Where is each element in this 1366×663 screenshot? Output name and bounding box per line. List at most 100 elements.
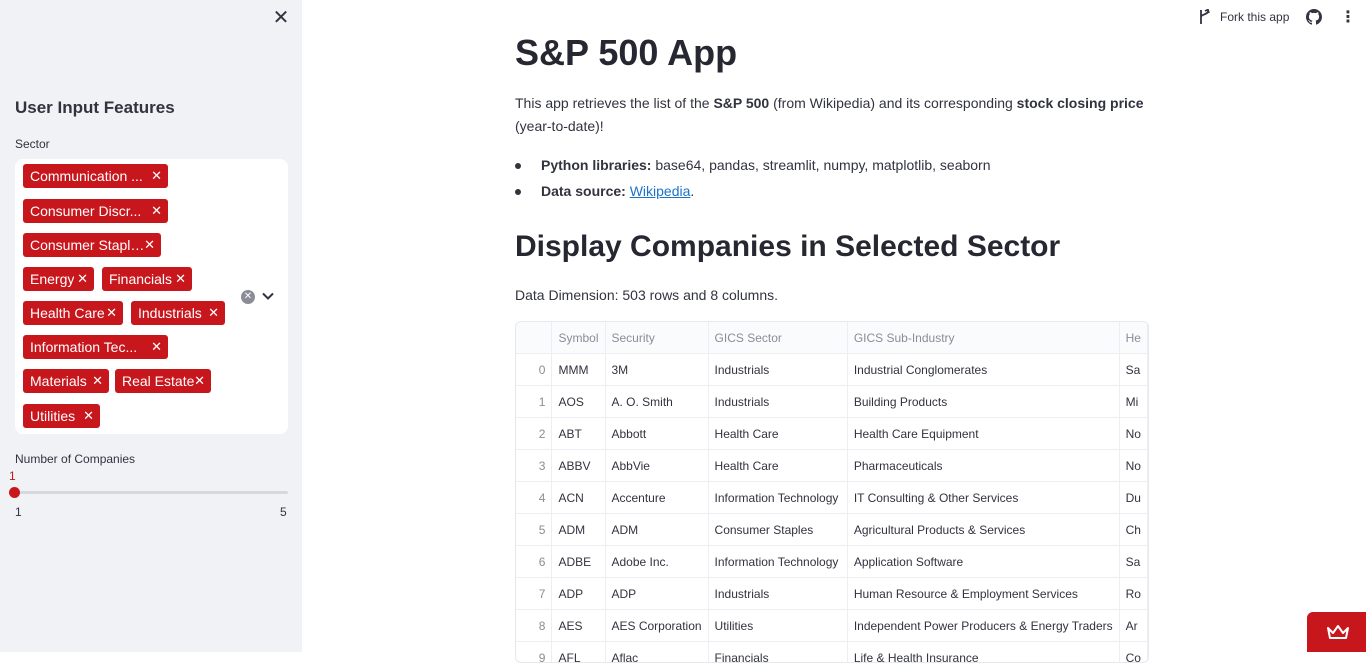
- remove-tag-icon[interactable]: ✕: [208, 301, 219, 325]
- table-cell: Information Technology: [708, 482, 847, 514]
- companies-table[interactable]: SymbolSecurityGICS SectorGICS Sub-Indust…: [515, 321, 1149, 663]
- table-cell: ADM: [605, 514, 708, 546]
- table-row[interactable]: 7ADPADPIndustrialsHuman Resource & Emplo…: [516, 578, 1148, 610]
- sector-tag: Consumer Staples✕: [23, 233, 161, 257]
- sidebar-title: User Input Features: [15, 98, 175, 118]
- slider-value: 1: [9, 469, 16, 483]
- remove-tag-icon[interactable]: ✕: [194, 369, 205, 393]
- slider-thumb[interactable]: [9, 487, 20, 498]
- remove-tag-icon[interactable]: ✕: [151, 335, 162, 359]
- remove-tag-icon[interactable]: ✕: [151, 199, 162, 223]
- table-cell: Industrials: [708, 354, 847, 386]
- section-title: Display Companies in Selected Sector: [515, 230, 1060, 264]
- table-cell: AbbVie: [605, 450, 708, 482]
- table-cell: Financials: [708, 642, 847, 663]
- streamlit-badge[interactable]: [1307, 612, 1366, 652]
- table-cell: AES Corporation: [605, 610, 708, 642]
- remove-tag-icon[interactable]: ✕: [175, 267, 186, 291]
- crown-icon: [1326, 624, 1350, 640]
- table-row[interactable]: 9AFLAflacFinancialsLife & Health Insuran…: [516, 642, 1148, 663]
- table-cell: ADP: [552, 578, 605, 610]
- table-cell: ABT: [552, 418, 605, 450]
- table-cell: Ro: [1119, 578, 1147, 610]
- table-cell: Ch: [1119, 514, 1147, 546]
- table-cell: Health Care Equipment: [847, 418, 1119, 450]
- table-row[interactable]: 4ACNAccentureInformation TechnologyIT Co…: [516, 482, 1148, 514]
- table-cell: Building Products: [847, 386, 1119, 418]
- table-row[interactable]: 3ABBVAbbVieHealth CarePharmaceuticalsNo: [516, 450, 1148, 482]
- table-cell: Pharmaceuticals: [847, 450, 1119, 482]
- table-cell: Agricultural Products & Services: [847, 514, 1119, 546]
- table-cell: 3M: [605, 354, 708, 386]
- table-cell: No: [1119, 418, 1147, 450]
- row-index: 2: [516, 418, 552, 450]
- table-row[interactable]: 2ABTAbbottHealth CareHealth Care Equipme…: [516, 418, 1148, 450]
- column-header[interactable]: GICS Sector: [708, 322, 847, 354]
- row-index: 5: [516, 514, 552, 546]
- table-cell: ABBV: [552, 450, 605, 482]
- clear-all-icon[interactable]: ✕: [241, 290, 255, 304]
- column-header[interactable]: Security: [605, 322, 708, 354]
- table-cell: AES: [552, 610, 605, 642]
- sector-label: Sector: [15, 137, 50, 151]
- table-cell: Health Care: [708, 450, 847, 482]
- table-cell: Sa: [1119, 354, 1147, 386]
- table-cell: Independent Power Producers & Energy Tra…: [847, 610, 1119, 642]
- page-title: S&P 500 App: [515, 32, 737, 74]
- bullet-dot: [515, 163, 521, 169]
- table-cell: Mi: [1119, 386, 1147, 418]
- sidebar: ✕ User Input Features Sector Communicati…: [0, 0, 302, 652]
- intro-text: This app retrieves the list of the S&P 5…: [515, 92, 1147, 138]
- sector-tag: Consumer Discr...✕: [23, 199, 168, 223]
- more-vertical-icon[interactable]: ⋮: [1340, 7, 1356, 27]
- sector-multiselect[interactable]: Communication ...✕ Consumer Discr...✕ Co…: [15, 159, 288, 434]
- row-index: 1: [516, 386, 552, 418]
- table-cell: Sa: [1119, 546, 1147, 578]
- slider-max: 5: [280, 505, 287, 519]
- data-dimension-text: Data Dimension: 503 rows and 8 columns.: [515, 287, 778, 303]
- table-row[interactable]: 0MMM3MIndustrialsIndustrial Conglomerate…: [516, 354, 1148, 386]
- column-header[interactable]: GICS Sub-Industry: [847, 322, 1119, 354]
- remove-tag-icon[interactable]: ✕: [144, 233, 155, 257]
- column-header[interactable]: He: [1119, 322, 1147, 354]
- chevron-down-icon[interactable]: [260, 288, 276, 304]
- table-row[interactable]: 1AOSA. O. SmithIndustrialsBuilding Produ…: [516, 386, 1148, 418]
- table-cell: Co: [1119, 642, 1147, 663]
- table-row[interactable]: 5ADMADMConsumer StaplesAgricultural Prod…: [516, 514, 1148, 546]
- table-cell: Consumer Staples: [708, 514, 847, 546]
- column-header[interactable]: Symbol: [552, 322, 605, 354]
- table-cell: Adobe Inc.: [605, 546, 708, 578]
- close-icon[interactable]: ✕: [272, 9, 290, 27]
- remove-tag-icon[interactable]: ✕: [151, 164, 162, 188]
- table-cell: Industrials: [708, 386, 847, 418]
- table-row[interactable]: 8AESAES CorporationUtilitiesIndependent …: [516, 610, 1148, 642]
- data-table: SymbolSecurityGICS SectorGICS Sub-Indust…: [516, 322, 1148, 663]
- remove-tag-icon[interactable]: ✕: [77, 267, 88, 291]
- remove-tag-icon[interactable]: ✕: [106, 301, 117, 325]
- table-cell: Health Care: [708, 418, 847, 450]
- column-header[interactable]: [516, 322, 552, 354]
- table-header-row: SymbolSecurityGICS SectorGICS Sub-Indust…: [516, 322, 1148, 354]
- github-icon[interactable]: [1306, 9, 1322, 25]
- table-cell: Accenture: [605, 482, 708, 514]
- table-cell: ADM: [552, 514, 605, 546]
- sector-tag: Energy✕: [23, 267, 94, 291]
- table-cell: AFL: [552, 642, 605, 663]
- remove-tag-icon[interactable]: ✕: [92, 369, 103, 393]
- table-row[interactable]: 6ADBEAdobe Inc.Information TechnologyApp…: [516, 546, 1148, 578]
- table-cell: Utilities: [708, 610, 847, 642]
- row-index: 4: [516, 482, 552, 514]
- table-cell: Life & Health Insurance: [847, 642, 1119, 663]
- bullet-dot: [515, 189, 521, 195]
- table-cell: Industrial Conglomerates: [847, 354, 1119, 386]
- table-cell: ADBE: [552, 546, 605, 578]
- sector-tag: Utilities✕: [23, 404, 100, 428]
- wikipedia-link[interactable]: Wikipedia: [630, 183, 691, 199]
- sector-tag: Materials✕: [23, 369, 109, 393]
- remove-tag-icon[interactable]: ✕: [83, 404, 94, 428]
- slider-track[interactable]: [15, 491, 288, 494]
- table-body: 0MMM3MIndustrialsIndustrial Conglomerate…: [516, 354, 1148, 663]
- fork-app-button[interactable]: Fork this app: [1198, 9, 1289, 25]
- table-cell: Human Resource & Employment Services: [847, 578, 1119, 610]
- table-cell: Aflac: [605, 642, 708, 663]
